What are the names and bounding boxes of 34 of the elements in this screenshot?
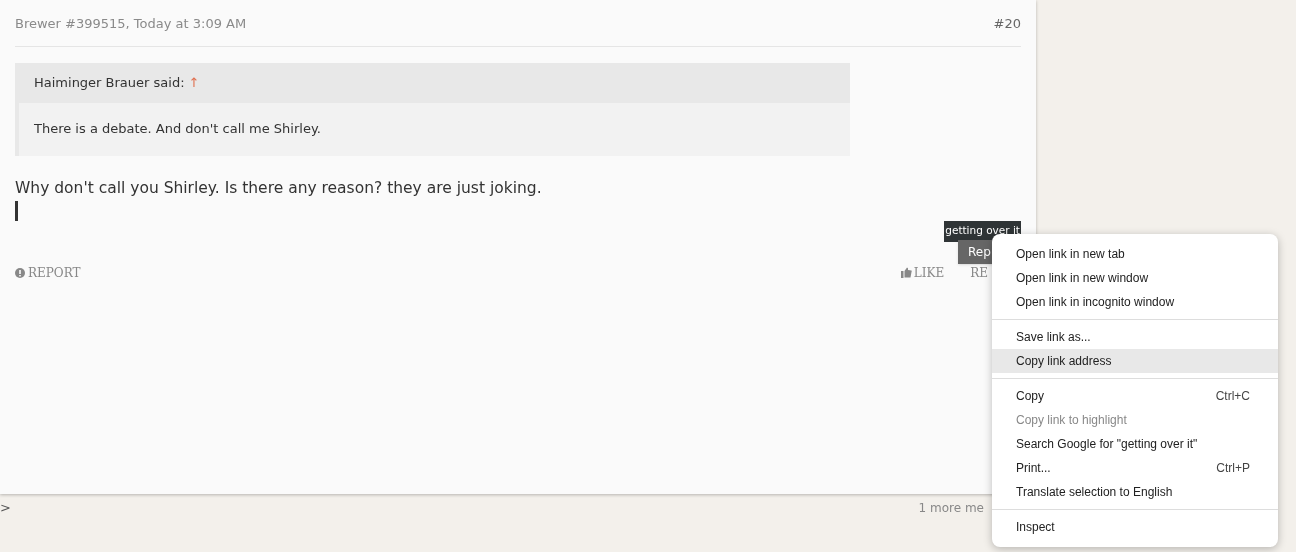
report-link[interactable]: REPORT xyxy=(15,263,81,282)
quote-author: Haiminger Brauer said: xyxy=(34,73,185,92)
menu-item[interactable]: Inspect xyxy=(992,515,1278,539)
menu-item[interactable]: Open link in incognito window xyxy=(992,290,1278,314)
menu-shortcut: Ctrl+C xyxy=(1215,388,1250,405)
menu-item[interactable]: Print... Ctrl+P xyxy=(992,456,1278,480)
like-link[interactable]: LIKE xyxy=(900,263,945,282)
post-number[interactable]: #20 xyxy=(993,14,1021,34)
post-author-line: Brewer #399515, Today at 3:09 AM xyxy=(15,15,247,33)
menu-item-label: Save link as... xyxy=(1016,329,1091,346)
menu-item[interactable]: Open link in new window xyxy=(992,266,1278,290)
alert-icon xyxy=(15,267,25,278)
thumbs-up-icon xyxy=(900,267,912,278)
menu-shortcut: Ctrl+P xyxy=(1216,460,1250,477)
menu-item-label: Print... xyxy=(1016,460,1051,477)
quote-text: There is a debate. And don't call me Shirley. xyxy=(34,120,321,139)
menu-item-label: Open link in new tab xyxy=(1016,246,1125,263)
menu-item[interactable]: Translate selection to English xyxy=(992,480,1278,504)
menu-item-label: Search Google for "getting over it" xyxy=(1016,436,1198,453)
message-text: Why don't call you Shirley. Is there any reason? they are just joking. xyxy=(15,177,543,198)
expand-arrow[interactable]: > xyxy=(0,498,11,518)
menu-item-label: Copy link address xyxy=(1016,353,1112,370)
text-cursor xyxy=(15,200,18,221)
reply-link[interactable]: RE xyxy=(970,263,988,282)
menu-item-label: Copy xyxy=(1016,388,1044,405)
menu-item-label: Copy link to highlight xyxy=(1016,412,1127,429)
menu-item[interactable]: Search Google for "getting over it" xyxy=(992,432,1278,456)
menu-item[interactable]: Save link as... xyxy=(992,325,1278,349)
menu-item-label: Translate selection to English xyxy=(1016,484,1173,501)
menu-item-label: Open link in incognito window xyxy=(1016,294,1175,311)
menu-item-label: Inspect xyxy=(1016,519,1055,536)
menu-item[interactable]: Copy link address xyxy=(992,349,1278,373)
menu-item-label: Open link in new window xyxy=(1016,270,1149,287)
menu-item[interactable]: Copy Ctrl+C xyxy=(992,384,1278,408)
